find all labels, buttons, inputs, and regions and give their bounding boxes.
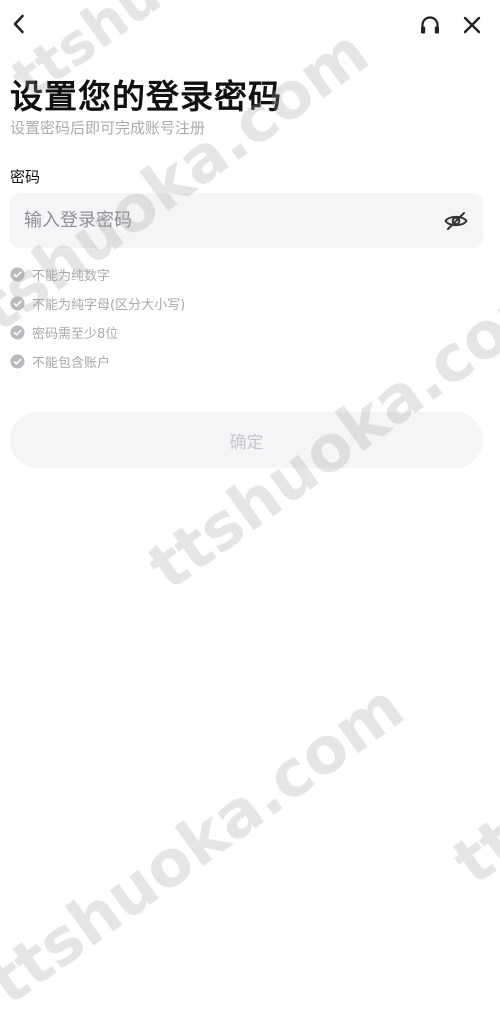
password-rule-text: 不能为纯字母(区分大小写) (32, 298, 186, 313)
password-rule-item: 不能为纯数字 (10, 260, 470, 289)
password-rules-list: 不能为纯数字 不能为纯字母(区分大小写) 密码需至少8位 不能包含账户 (10, 260, 470, 376)
customer-service-button[interactable] (414, 9, 446, 41)
toggle-password-visibility-button[interactable] (442, 207, 470, 235)
password-field-container (10, 193, 483, 248)
close-icon (463, 16, 481, 34)
check-circle-icon (10, 325, 25, 340)
check-circle-icon (10, 267, 25, 282)
password-rule-text: 不能包含账户 (32, 356, 111, 371)
close-button[interactable] (456, 9, 488, 41)
top-bar (0, 0, 500, 52)
check-circle-icon (10, 296, 25, 311)
password-rule-text: 不能为纯数字 (32, 269, 111, 284)
password-label: 密码 (10, 168, 41, 186)
page-subtitle: 设置密码后即可完成账号注册 (10, 119, 206, 137)
chevron-left-icon (13, 14, 24, 34)
password-rule-item: 密码需至少8位 (10, 318, 470, 347)
password-rule-item: 不能包含账户 (10, 347, 470, 376)
password-rule-item: 不能为纯字母(区分大小写) (10, 289, 470, 318)
password-input[interactable] (24, 193, 424, 248)
confirm-button[interactable]: 确定 (10, 412, 483, 468)
watermark: ttshuoka.com (0, 670, 418, 1020)
eye-hidden-icon (444, 212, 468, 230)
watermark: ttshuoka.com (440, 550, 500, 900)
check-circle-icon (10, 354, 25, 369)
headset-icon (421, 16, 439, 34)
page-title: 设置您的登录密码 (10, 77, 282, 116)
password-rule-text: 密码需至少8位 (32, 327, 119, 342)
back-button[interactable] (4, 8, 34, 40)
